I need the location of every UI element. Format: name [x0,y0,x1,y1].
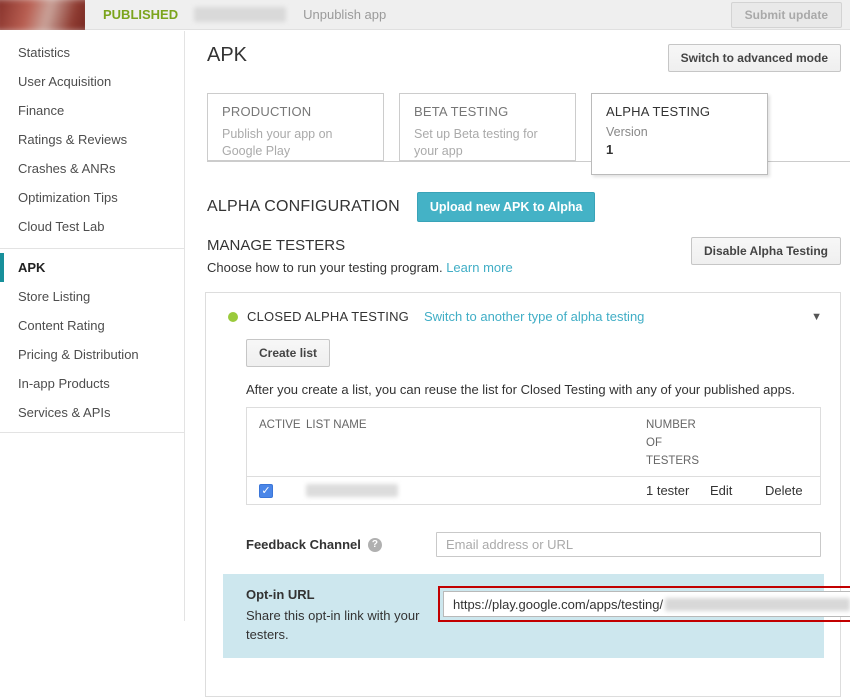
switch-alpha-type-link[interactable]: Switch to another type of alpha testing [424,309,644,324]
manage-testers-subtitle: Choose how to run your testing program. … [207,260,513,275]
edit-list-link[interactable]: Edit [710,483,732,498]
sidebar: Statistics User Acquisition Finance Rati… [0,31,185,621]
manage-testers-section: MANAGE TESTERS Choose how to run your te… [207,237,841,275]
status-dot-icon [228,312,238,322]
main-content: APK Switch to advanced mode PRODUCTION P… [186,31,850,621]
track-tabs: PRODUCTION Publish your app on Google Pl… [207,93,850,175]
sidebar-item-ratings-reviews[interactable]: Ratings & Reviews [0,125,184,154]
tab-alpha-label: ALPHA TESTING [606,104,753,119]
sidebar-item-user-acquisition[interactable]: User Acquisition [0,67,184,96]
tab-production[interactable]: PRODUCTION Publish your app on Google Pl… [207,93,384,161]
column-header-active: ACTIVE [259,417,306,470]
tab-alpha-testing[interactable]: ALPHA TESTING Version 1 [591,93,768,175]
delete-list-link[interactable]: Delete [765,483,803,498]
tab-production-description: Publish your app on Google Play [222,126,357,160]
switch-advanced-mode-button[interactable]: Switch to advanced mode [668,44,841,72]
unpublish-app-link[interactable]: Unpublish app [303,7,386,22]
tab-alpha-version-label: Version [606,125,753,139]
page-title: APK [207,44,247,67]
sidebar-item-in-app-products[interactable]: In-app Products [0,369,184,398]
tab-production-label: PRODUCTION [222,104,369,119]
upload-apk-alpha-button[interactable]: Upload new APK to Alpha [417,192,596,222]
closed-alpha-title: CLOSED ALPHA TESTING [247,309,409,324]
disable-alpha-testing-button[interactable]: Disable Alpha Testing [691,237,841,265]
sidebar-group-store: APK Store Listing Content Rating Pricing… [0,248,184,433]
column-header-list-name: LIST NAME [306,417,646,470]
feedback-channel-input[interactable] [436,532,821,557]
tab-alpha-version-value: 1 [606,142,753,157]
feedback-channel-label: Feedback Channel [246,537,361,552]
alpha-configuration-header: ALPHA CONFIGURATION Upload new APK to Al… [207,192,850,222]
closed-alpha-panel-header: CLOSED ALPHA TESTING Switch to another t… [206,293,840,324]
sidebar-item-statistics[interactable]: Statistics [0,38,184,67]
feedback-channel-row: Feedback Channel ? [246,532,821,557]
help-icon[interactable]: ? [368,538,382,552]
sidebar-item-cloud-test-lab[interactable]: Cloud Test Lab [0,212,184,241]
opt-in-url-input[interactable]: https://play.google.com/apps/testing/ [443,591,850,617]
reuse-list-note: After you create a list, you can reuse t… [246,382,840,397]
manage-testers-title: MANAGE TESTERS [207,237,513,254]
opt-in-url-label: Opt-in URL [246,587,438,602]
chevron-down-icon[interactable]: ▼ [811,311,822,323]
sidebar-item-apk[interactable]: APK [0,253,184,282]
main-header: APK Switch to advanced mode [186,31,850,72]
opt-in-url-redacted [665,598,850,611]
manage-testers-subtitle-text: Choose how to run your testing program. [207,260,443,275]
play-console-screen: PUBLISHED Unpublish app Submit update St… [0,0,850,621]
sidebar-group-app: Statistics User Acquisition Finance Rati… [0,31,184,248]
red-highlight-annotation: https://play.google.com/apps/testing/ [438,586,850,622]
app-name-redacted [194,7,286,22]
sidebar-item-crashes-anrs[interactable]: Crashes & ANRs [0,154,184,183]
submit-update-button[interactable]: Submit update [731,2,842,28]
sidebar-item-store-listing[interactable]: Store Listing [0,282,184,311]
opt-in-url-value: https://play.google.com/apps/testing/ [453,597,663,612]
sidebar-item-optimization-tips[interactable]: Optimization Tips [0,183,184,212]
tester-lists-table: ACTIVE LIST NAME NUMBER OF TESTERS ✓ 1 t… [246,407,821,505]
alpha-configuration-title: ALPHA CONFIGURATION [207,198,400,216]
published-status-badge: PUBLISHED [103,7,178,22]
table-row: ✓ 1 tester Edit Delete [247,476,820,504]
column-header-number-of-testers: NUMBER OF TESTERS [646,417,710,470]
opt-in-url-description: Share this opt-in link with your testers… [246,607,426,643]
column-header-spacer-delete [765,417,810,470]
tab-beta-description: Set up Beta testing for your app [414,126,549,160]
opt-in-url-section: Opt-in URL Share this opt-in link with y… [223,574,824,657]
learn-more-link[interactable]: Learn more [446,260,512,275]
tab-beta-testing[interactable]: BETA TESTING Set up Beta testing for you… [399,93,576,161]
table-header-row: ACTIVE LIST NAME NUMBER OF TESTERS [247,408,820,476]
sidebar-item-content-rating[interactable]: Content Rating [0,311,184,340]
top-bar: PUBLISHED Unpublish app Submit update [0,0,850,30]
testers-count: 1 tester [646,483,710,498]
closed-alpha-panel: CLOSED ALPHA TESTING Switch to another t… [205,292,841,697]
column-header-spacer-edit [710,417,765,470]
sidebar-item-services-apis[interactable]: Services & APIs [0,398,184,427]
tab-beta-label: BETA TESTING [414,104,561,119]
app-icon [0,0,85,30]
create-list-button[interactable]: Create list [246,339,330,367]
sidebar-item-pricing-distribution[interactable]: Pricing & Distribution [0,340,184,369]
list-name-redacted [306,484,398,497]
sidebar-item-finance[interactable]: Finance [0,96,184,125]
active-checkbox[interactable]: ✓ [259,484,273,498]
